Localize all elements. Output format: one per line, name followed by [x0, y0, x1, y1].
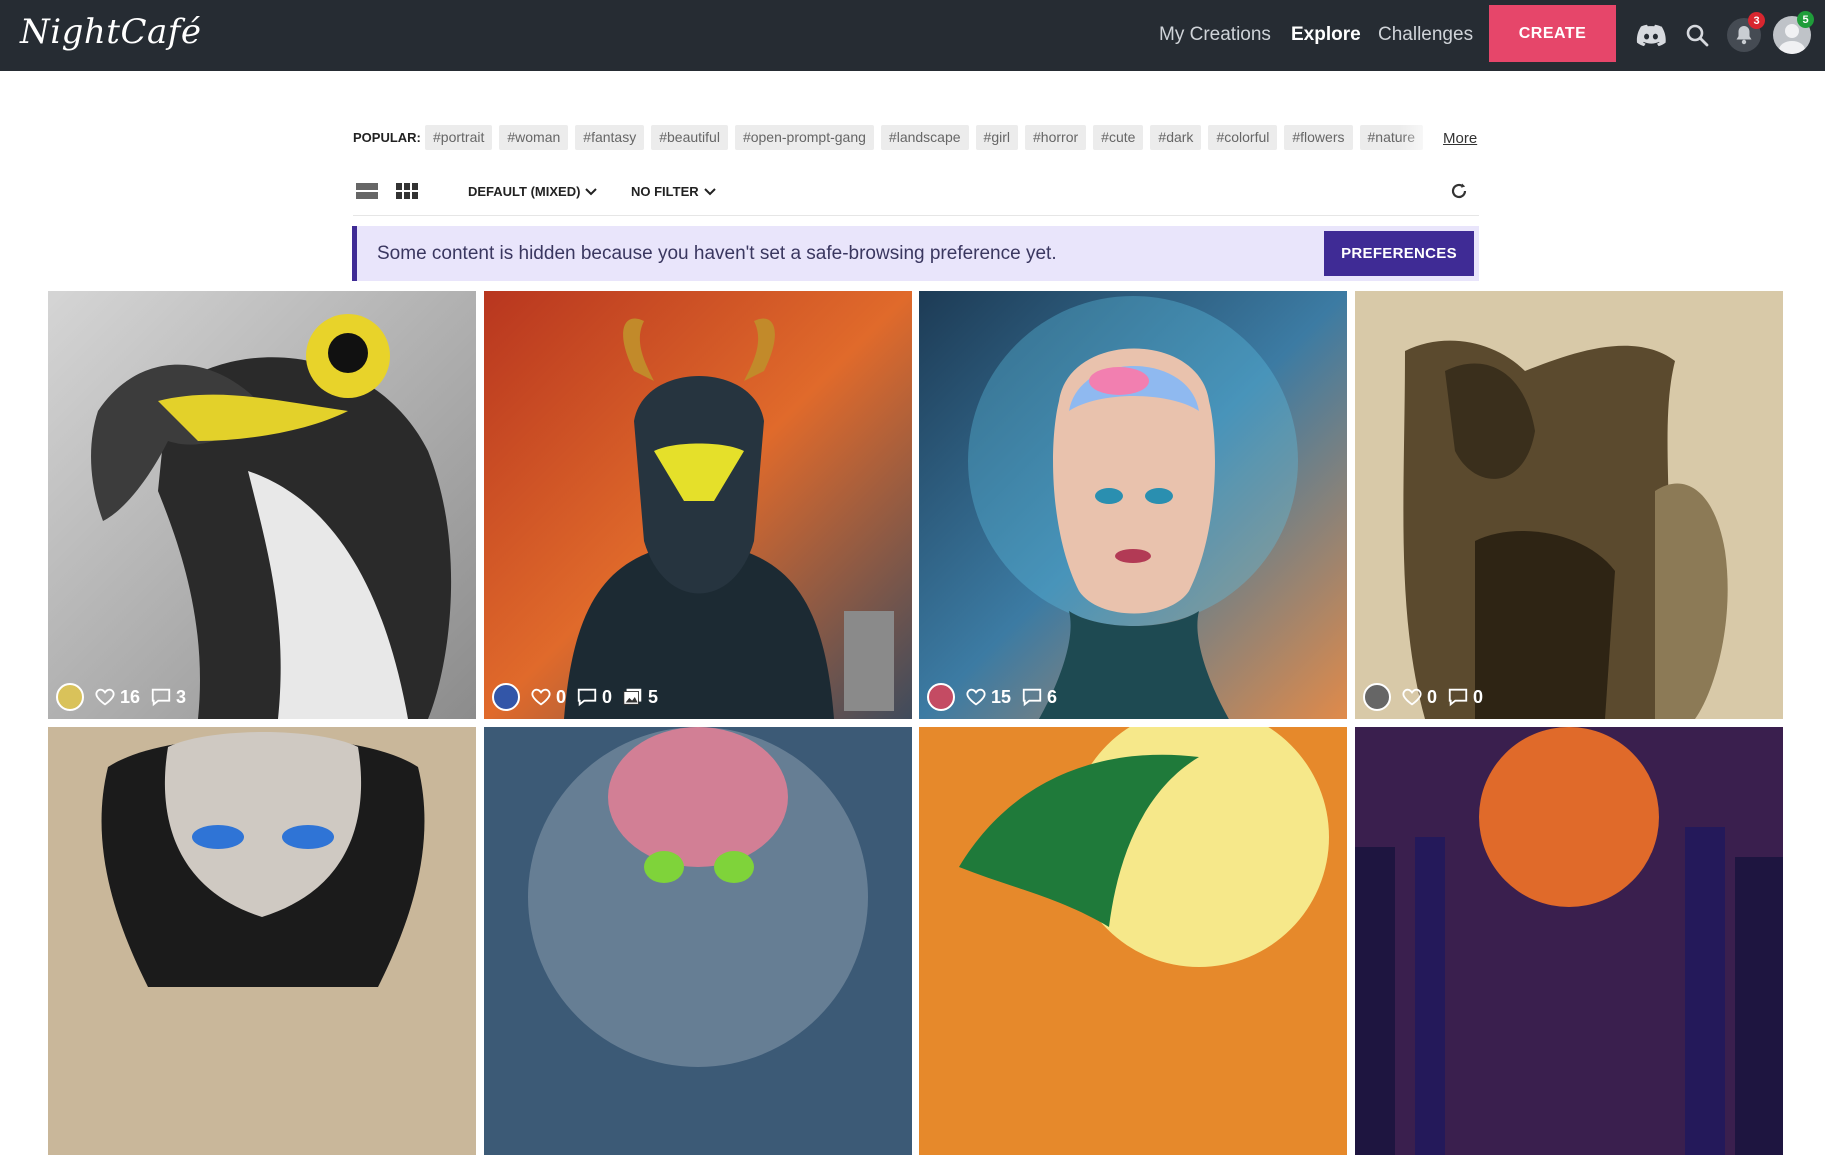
mask-face-image	[48, 727, 476, 1155]
feed-toolbar: DEFAULT (MIXED) NO FILTER	[353, 174, 1479, 216]
card-meta: 15 6	[927, 683, 1057, 711]
tag-portrait[interactable]: #portrait	[425, 125, 493, 150]
red-moon-city-image	[1355, 727, 1783, 1155]
chevron-down-icon	[585, 187, 598, 195]
comment-icon	[151, 688, 171, 707]
user-avatar[interactable]: 5	[1773, 11, 1814, 54]
avatar-badge: 5	[1797, 11, 1814, 28]
top-navbar: NightCafé My Creations Explore Challenge…	[0, 0, 1825, 71]
tag-girl[interactable]: #girl	[975, 125, 1019, 150]
like-count: 16	[120, 686, 141, 707]
nav-my-creations[interactable]: My Creations	[1159, 24, 1271, 46]
jellyfish-woman-image	[919, 291, 1347, 719]
alien-warrior-image	[484, 291, 912, 719]
comments[interactable]: 3	[150, 686, 186, 708]
likes[interactable]: 0	[530, 686, 566, 708]
tag-open-prompt-gang[interactable]: #open-prompt-gang	[734, 125, 874, 150]
heart-icon	[966, 688, 986, 706]
tag-colorful[interactable]: #colorful	[1208, 125, 1278, 150]
creator-avatar[interactable]	[56, 683, 84, 711]
comment-icon	[1448, 688, 1468, 707]
creation-card[interactable]	[1355, 727, 1783, 1155]
tag-cute[interactable]: #cute	[1093, 125, 1144, 150]
tag-flowers[interactable]: #flowers	[1284, 125, 1353, 150]
refresh-icon[interactable]	[1449, 181, 1469, 201]
nav-explore[interactable]: Explore	[1291, 24, 1361, 46]
filter-dropdown[interactable]: NO FILTER	[631, 184, 716, 199]
card-meta: 0 0	[1363, 683, 1483, 711]
search-icon[interactable]	[1680, 17, 1714, 53]
creation-card[interactable]	[919, 727, 1347, 1155]
comment-count: 0	[602, 686, 613, 707]
creation-card[interactable]	[484, 727, 912, 1155]
like-count: 0	[1427, 686, 1438, 707]
brain-creature-image	[484, 727, 912, 1155]
notification-badge: 3	[1748, 12, 1765, 29]
comment-count: 6	[1047, 686, 1058, 707]
grid-view-icon[interactable]	[396, 182, 420, 200]
comment-icon	[1022, 688, 1042, 707]
comments[interactable]: 0	[1447, 686, 1483, 708]
eagle-image	[48, 291, 476, 719]
tag-beautiful[interactable]: #beautiful	[651, 125, 728, 150]
creation-card[interactable]: 0 0 5	[484, 291, 912, 719]
chevron-down-icon	[703, 187, 716, 195]
discord-icon[interactable]	[1634, 17, 1668, 53]
safe-browsing-notice: Some content is hidden because you haven…	[352, 226, 1479, 281]
comments[interactable]: 0	[576, 686, 612, 708]
comment-count: 0	[1473, 686, 1484, 707]
likes[interactable]: 0	[1401, 686, 1437, 708]
like-count: 0	[556, 686, 567, 707]
likes[interactable]: 16	[94, 686, 140, 708]
images-icon	[623, 688, 642, 705]
card-meta: 0 0 5	[492, 683, 658, 711]
likes[interactable]: 15	[965, 686, 1011, 708]
creator-avatar[interactable]	[927, 683, 955, 711]
like-count: 15	[991, 686, 1012, 707]
dragon-sun-image	[919, 727, 1347, 1155]
create-button[interactable]: CREATE	[1489, 5, 1616, 62]
sepia-figure-image	[1355, 291, 1783, 719]
nav-challenges[interactable]: Challenges	[1378, 24, 1473, 46]
list-view-icon[interactable]	[356, 182, 380, 200]
popular-tags: #portrait #woman #fantasy #beautiful #op…	[425, 125, 1425, 151]
notice-text: Some content is hidden because you haven…	[377, 243, 1057, 264]
more-tags-link[interactable]: More	[1443, 130, 1477, 147]
tags-fade	[1400, 122, 1440, 154]
sort-label: DEFAULT (MIXED)	[468, 184, 581, 199]
creator-avatar[interactable]	[492, 683, 520, 711]
popular-label: POPULAR:	[353, 130, 421, 145]
sort-dropdown[interactable]: DEFAULT (MIXED)	[468, 184, 598, 199]
filter-label: NO FILTER	[631, 184, 699, 199]
heart-icon	[95, 688, 115, 706]
nightcafe-logo[interactable]: NightCafé	[20, 12, 201, 52]
heart-icon	[531, 688, 551, 706]
heart-icon	[1402, 688, 1422, 706]
notifications-icon[interactable]: 3	[1727, 12, 1765, 53]
tag-dark[interactable]: #dark	[1150, 125, 1202, 150]
tag-fantasy[interactable]: #fantasy	[575, 125, 645, 150]
creation-card[interactable]: 0 0	[1355, 291, 1783, 719]
creator-avatar[interactable]	[1363, 683, 1391, 711]
card-meta: 16 3	[56, 683, 186, 711]
comment-icon	[577, 688, 597, 707]
tag-woman[interactable]: #woman	[499, 125, 569, 150]
images-count: 5	[648, 686, 659, 707]
creation-card[interactable]: 15 6	[919, 291, 1347, 719]
image-count[interactable]: 5	[622, 686, 658, 708]
tag-landscape[interactable]: #landscape	[880, 125, 969, 150]
tag-horror[interactable]: #horror	[1025, 125, 1087, 150]
comment-count: 3	[176, 686, 187, 707]
comments[interactable]: 6	[1021, 686, 1057, 708]
preferences-button[interactable]: PREFERENCES	[1324, 231, 1474, 276]
creation-card[interactable]	[48, 727, 476, 1155]
creation-card[interactable]: 16 3	[48, 291, 476, 719]
